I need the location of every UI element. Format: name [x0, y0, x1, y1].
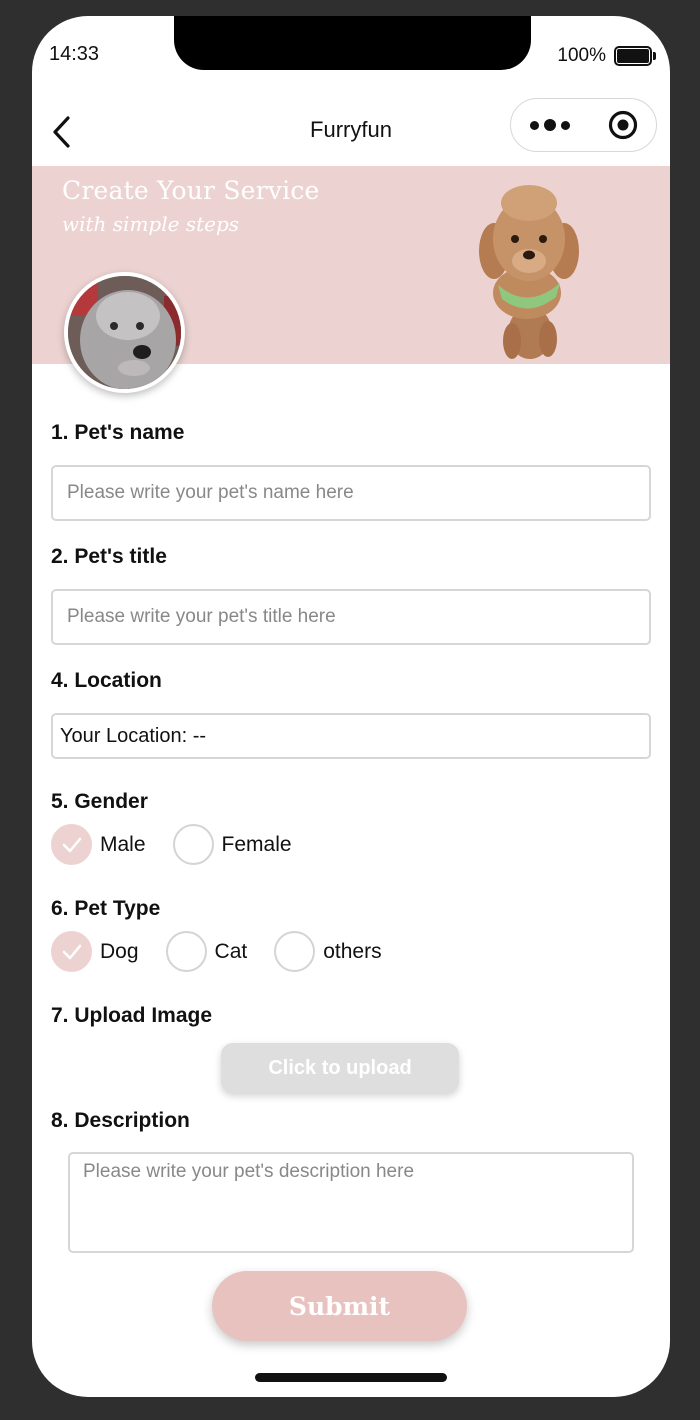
close-capsule-button[interactable]: [589, 99, 656, 151]
pet-avatar[interactable]: [64, 272, 185, 393]
status-time: 14:33: [49, 43, 100, 65]
pet-type-option-label: others: [323, 939, 382, 963]
description-label: 8. Description: [51, 1109, 190, 1132]
upload-image-label: 7. Upload Image: [51, 1004, 213, 1027]
gender-option-male[interactable]: Male: [51, 824, 146, 865]
camera-notch: [174, 16, 531, 70]
home-indicator: [255, 1373, 447, 1382]
gender-option-label: Female: [221, 832, 292, 856]
pet-type-option-others[interactable]: others: [274, 931, 382, 972]
radio-unchecked: [165, 931, 207, 972]
pet-title-input[interactable]: [51, 589, 651, 645]
radio-unchecked: [172, 824, 214, 865]
gender-label: 5. Gender: [51, 790, 148, 813]
upload-button[interactable]: Click to upload: [221, 1043, 459, 1093]
gender-option-label: Male: [100, 832, 146, 856]
battery-percentage: 100%: [557, 45, 606, 66]
target-circle-icon: [608, 110, 637, 140]
pet-type-option-label: Dog: [100, 939, 139, 963]
more-button[interactable]: [511, 99, 589, 151]
avatar-image: [68, 276, 181, 389]
more-dots-icon: [530, 120, 539, 130]
banner-title: Create Your Service: [62, 176, 320, 205]
pet-title-label: 2. Pet's title: [51, 545, 167, 568]
location-label: 4. Location: [51, 669, 162, 692]
radio-unchecked: [274, 931, 316, 972]
battery-icon: [614, 46, 656, 66]
pet-type-option-cat[interactable]: Cat: [165, 931, 248, 972]
pet-type-option-dog[interactable]: Dog: [51, 931, 139, 972]
poodle-image: [479, 185, 579, 359]
status-battery: 100%: [557, 45, 656, 67]
submit-button[interactable]: Submit: [212, 1271, 467, 1341]
pet-name-label: 1. Pet's name: [51, 421, 185, 444]
pet-type-options: Dog Cat others: [51, 931, 409, 972]
banner-subtitle: with simple steps: [62, 212, 240, 236]
description-textarea[interactable]: [68, 1152, 634, 1253]
mini-program-capsule: [510, 98, 657, 152]
pet-type-label: 6. Pet Type: [51, 897, 161, 920]
pet-type-option-label: Cat: [214, 939, 248, 963]
phone-screen: 14:33 100% Furryfun Create Your Service …: [32, 16, 670, 1397]
pet-name-input[interactable]: [51, 465, 651, 521]
radio-checked: [51, 824, 92, 865]
check-icon: [62, 944, 81, 959]
location-field[interactable]: Your Location: --: [51, 713, 651, 759]
gender-option-female[interactable]: Female: [172, 824, 292, 865]
gender-options: Male Female: [51, 824, 319, 865]
radio-checked: [51, 931, 92, 972]
check-icon: [62, 837, 81, 852]
